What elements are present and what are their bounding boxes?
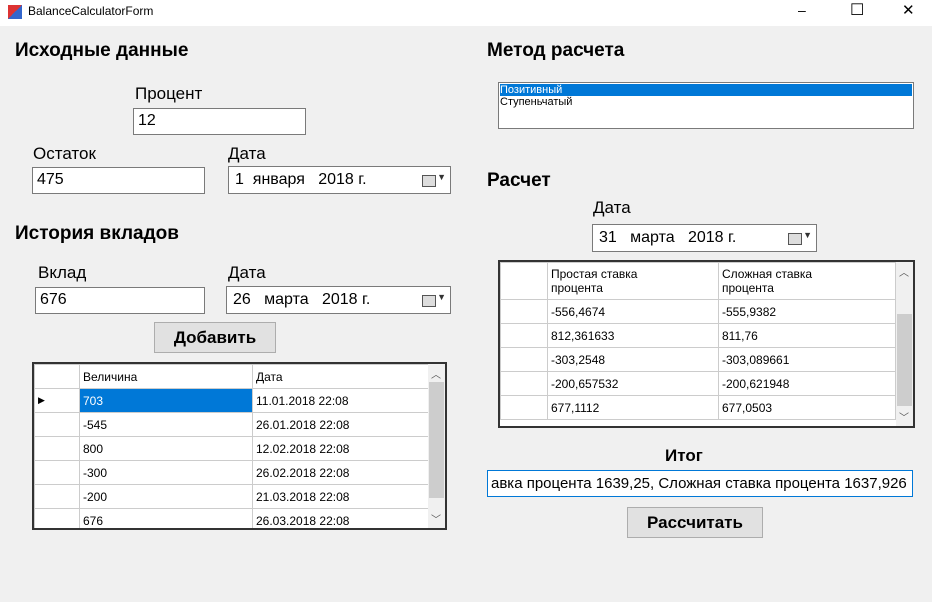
date-cell[interactable]: 21.03.2018 22:08 bbox=[252, 484, 430, 509]
compound-rate-cell[interactable]: 677,0503 bbox=[718, 395, 896, 420]
deposit-input[interactable]: 676 bbox=[35, 287, 205, 314]
compound-rate-cell[interactable]: -555,9382 bbox=[718, 299, 896, 324]
column-header[interactable]: Величина bbox=[79, 364, 253, 389]
calc-scrollbar[interactable]: ︿ ﹀ bbox=[896, 262, 913, 426]
table-row[interactable]: -556,4674 -555,9382 bbox=[500, 299, 896, 324]
row-header[interactable] bbox=[34, 412, 80, 437]
column-header[interactable]: Дата bbox=[252, 364, 430, 389]
simple-rate-cell[interactable]: 812,361633 bbox=[547, 323, 719, 348]
value-cell[interactable]: 800 bbox=[79, 436, 253, 461]
balance-input[interactable]: 475 bbox=[32, 167, 205, 194]
simple-rate-cell[interactable]: -200,657532 bbox=[547, 371, 719, 396]
table-row[interactable]: -545 26.01.2018 22:08 bbox=[34, 412, 430, 437]
input-heading: Исходные данные bbox=[15, 40, 189, 61]
calendar-icon bbox=[422, 295, 436, 307]
row-header[interactable] bbox=[34, 508, 80, 528]
table-row[interactable]: -300 26.02.2018 22:08 bbox=[34, 460, 430, 485]
maximize-button[interactable]: ☐ bbox=[850, 0, 864, 20]
row-header[interactable] bbox=[500, 347, 548, 372]
calc-date-label: Дата bbox=[593, 198, 631, 217]
table-row[interactable]: -200 21.03.2018 22:08 bbox=[34, 484, 430, 509]
dropdown-arrow-icon: ▼ bbox=[803, 230, 812, 240]
calendar-icon bbox=[788, 233, 802, 245]
simple-rate-cell[interactable]: -556,4674 bbox=[547, 299, 719, 324]
close-button[interactable]: ✕ bbox=[902, 1, 915, 19]
history-scrollbar[interactable]: ︿ ﹀ bbox=[428, 364, 445, 528]
table-row[interactable]: -200,657532 -200,621948 bbox=[500, 371, 896, 396]
row-header[interactable] bbox=[500, 371, 548, 396]
value-cell[interactable]: 676 bbox=[79, 508, 253, 528]
result-label: Итог bbox=[665, 446, 703, 465]
add-button[interactable]: Добавить bbox=[154, 322, 276, 353]
deposit-label: Вклад bbox=[38, 263, 87, 282]
value-cell[interactable]: 703 bbox=[79, 388, 253, 413]
row-header[interactable] bbox=[34, 484, 80, 509]
date-cell[interactable]: 12.02.2018 22:08 bbox=[252, 436, 430, 461]
date-cell[interactable]: 11.01.2018 22:08 bbox=[252, 388, 430, 413]
row-header[interactable] bbox=[500, 395, 548, 420]
minimize-button[interactable]: – bbox=[798, 2, 806, 18]
method-option[interactable]: Позитивный bbox=[500, 84, 912, 96]
app-icon bbox=[8, 5, 22, 19]
compound-rate-cell[interactable]: -200,621948 bbox=[718, 371, 896, 396]
percent-label: Процент bbox=[135, 84, 203, 103]
start-date-picker[interactable]: 1 января 2018 г. ▼ bbox=[228, 166, 451, 194]
method-heading: Метод расчета bbox=[487, 40, 625, 61]
calc-heading: Расчет bbox=[487, 170, 551, 191]
table-row[interactable]: 812,361633 811,76 bbox=[500, 323, 896, 348]
compound-rate-cell[interactable]: -303,089661 bbox=[718, 347, 896, 372]
balance-label: Остаток bbox=[33, 144, 96, 163]
calendar-icon bbox=[422, 175, 436, 187]
simple-rate-cell[interactable]: 677,1112 bbox=[547, 395, 719, 420]
row-header[interactable] bbox=[34, 436, 80, 461]
table-row[interactable]: 677,1112 677,0503 bbox=[500, 395, 896, 420]
dropdown-arrow-icon: ▼ bbox=[437, 292, 446, 302]
simple-rate-cell[interactable]: -303,2548 bbox=[547, 347, 719, 372]
window-title: BalanceCalculatorForm bbox=[28, 4, 154, 18]
calculate-button[interactable]: Рассчитать bbox=[627, 507, 763, 538]
date-label: Дата bbox=[228, 144, 266, 163]
row-header[interactable] bbox=[34, 460, 80, 485]
calc-date-picker[interactable]: 31 марта 2018 г. ▼ bbox=[592, 224, 817, 252]
row-header[interactable]: ▶ bbox=[34, 388, 80, 413]
deposit-date-label: Дата bbox=[228, 263, 266, 282]
scroll-thumb[interactable] bbox=[429, 382, 444, 498]
percent-input[interactable]: 12 bbox=[133, 108, 306, 135]
row-header[interactable] bbox=[500, 323, 548, 348]
deposit-date-value: 26 марта 2018 г. bbox=[233, 291, 371, 308]
table-row[interactable]: ▶ 703 11.01.2018 22:08 bbox=[34, 388, 430, 413]
table-row[interactable]: -303,2548 -303,089661 bbox=[500, 347, 896, 372]
date-cell[interactable]: 26.02.2018 22:08 bbox=[252, 460, 430, 485]
value-cell[interactable]: -200 bbox=[79, 484, 253, 509]
result-field[interactable]: авка процента 1639,25, Сложная ставка пр… bbox=[487, 470, 913, 497]
date-cell[interactable]: 26.03.2018 22:08 bbox=[252, 508, 430, 528]
value-cell[interactable]: -300 bbox=[79, 460, 253, 485]
calc-date-value: 31 марта 2018 г. bbox=[599, 229, 737, 246]
history-heading: История вкладов bbox=[15, 223, 179, 244]
title-bar: BalanceCalculatorForm – ☐ ✕ bbox=[0, 0, 932, 26]
dropdown-arrow-icon: ▼ bbox=[437, 172, 446, 182]
table-row[interactable]: 676 26.03.2018 22:08 bbox=[34, 508, 430, 528]
deposit-date-picker[interactable]: 26 марта 2018 г. ▼ bbox=[226, 286, 451, 314]
history-grid[interactable]: Величина Дата ▶ 703 11.01.2018 22:08 -545 26.… bbox=[32, 362, 447, 530]
method-listbox[interactable]: Позитивный Ступеньчатый bbox=[498, 82, 914, 129]
table-row[interactable]: 800 12.02.2018 22:08 bbox=[34, 436, 430, 461]
scroll-thumb[interactable] bbox=[897, 314, 912, 406]
start-date-value: 1 января 2018 г. bbox=[235, 171, 367, 188]
date-cell[interactable]: 26.01.2018 22:08 bbox=[252, 412, 430, 437]
column-header[interactable]: Простая ставка процента bbox=[547, 262, 719, 300]
calc-grid[interactable]: Простая ставка процента Сложная ставка пр… bbox=[498, 260, 915, 428]
method-option[interactable]: Ступеньчатый bbox=[500, 96, 912, 108]
compound-rate-cell[interactable]: 811,76 bbox=[718, 323, 896, 348]
column-header[interactable]: Сложная ставка процента bbox=[718, 262, 896, 300]
row-header[interactable] bbox=[500, 299, 548, 324]
value-cell[interactable]: -545 bbox=[79, 412, 253, 437]
